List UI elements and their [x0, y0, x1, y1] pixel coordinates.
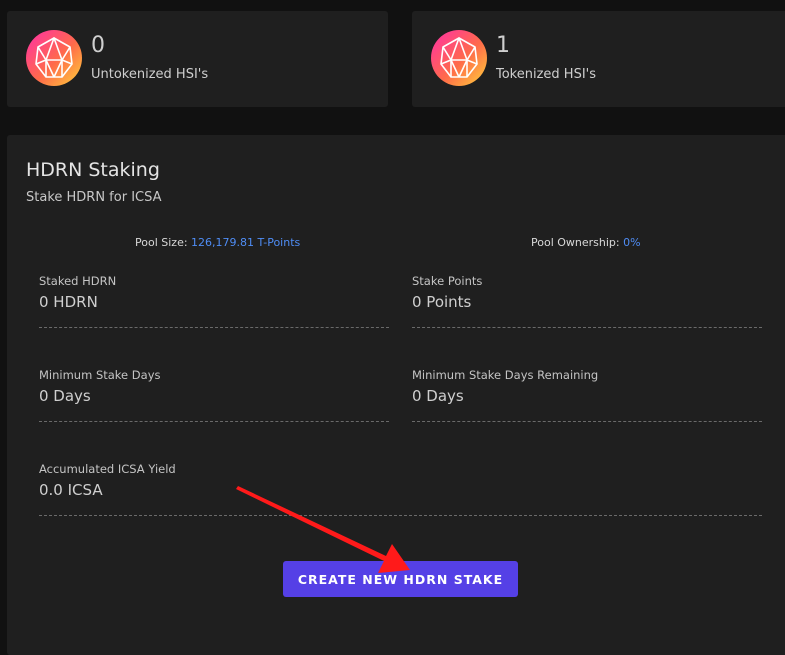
pool-size-value: 126,179.81 T-Points	[191, 236, 301, 249]
tokenized-hsi-card: 1 Tokenized HSI's	[412, 11, 785, 107]
hedron-logo-icon	[431, 30, 487, 86]
staked-hdrn-label: Staked HDRN	[39, 274, 117, 288]
tokenized-hsi-count: 1	[496, 33, 510, 58]
untokenized-hsi-card: 0 Untokenized HSI's	[7, 11, 388, 107]
minimum-stake-days-remaining-value: 0 Days	[412, 387, 464, 405]
accumulated-icsa-yield-label: Accumulated ICSA Yield	[39, 462, 176, 476]
staked-hdrn-field: Staked HDRN 0 HDRN	[39, 269, 389, 328]
tokenized-hsi-label: Tokenized HSI's	[496, 67, 597, 82]
untokenized-hsi-count: 0	[91, 33, 105, 58]
pool-size: Pool Size: 126,179.81 T-Points	[135, 236, 300, 249]
pool-ownership-label: Pool Ownership:	[531, 236, 620, 249]
stake-points-label: Stake Points	[412, 274, 483, 288]
pool-ownership-value: 0%	[623, 236, 641, 249]
panel-title: HDRN Staking	[26, 159, 160, 181]
create-new-hdrn-stake-button[interactable]: CREATE NEW HDRN STAKE	[283, 561, 518, 597]
staked-hdrn-value: 0 HDRN	[39, 293, 98, 311]
minimum-stake-days-field: Minimum Stake Days 0 Days	[39, 363, 389, 422]
minimum-stake-days-label: Minimum Stake Days	[39, 368, 161, 382]
accumulated-icsa-yield-value: 0.0 ICSA	[39, 481, 103, 499]
pool-size-label: Pool Size:	[135, 236, 188, 249]
panel-subtitle: Stake HDRN for ICSA	[26, 190, 162, 205]
minimum-stake-days-value: 0 Days	[39, 387, 91, 405]
accumulated-icsa-yield-field: Accumulated ICSA Yield 0.0 ICSA	[39, 457, 762, 516]
pool-ownership: Pool Ownership: 0%	[531, 236, 641, 249]
minimum-stake-days-remaining-field: Minimum Stake Days Remaining 0 Days	[412, 363, 762, 422]
hdrn-staking-panel: HDRN Staking Stake HDRN for ICSA Pool Si…	[7, 135, 785, 655]
minimum-stake-days-remaining-label: Minimum Stake Days Remaining	[412, 368, 599, 382]
stake-points-value: 0 Points	[412, 293, 472, 311]
hedron-logo-icon	[26, 30, 82, 86]
stake-points-field: Stake Points 0 Points	[412, 269, 762, 328]
untokenized-hsi-label: Untokenized HSI's	[91, 67, 209, 82]
